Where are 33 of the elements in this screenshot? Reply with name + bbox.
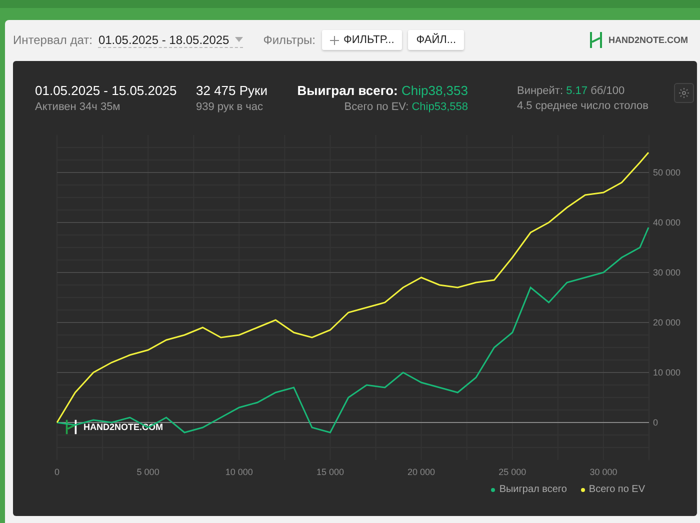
- hands-per-hour: 939 рук в час: [196, 101, 264, 113]
- watermark-logo: HAND2NOTE.COM: [83, 422, 163, 432]
- axis-label: 10 000: [225, 467, 253, 477]
- date-range-dropdown[interactable]: 01.05.2025 - 18.05.2025: [98, 32, 244, 48]
- winrate-text: Винрейт: 5.17 бб/100: [517, 85, 625, 97]
- tables-text: 4.5 среднее число столов: [517, 100, 649, 112]
- add-filter-button[interactable]: ФИЛЬТР...: [322, 30, 402, 50]
- date-range-label: Интервал дат:: [13, 33, 92, 47]
- settings-button[interactable]: [674, 83, 694, 103]
- logo-icon: [589, 32, 604, 48]
- axis-label: 40 000: [653, 218, 681, 228]
- hands-count: 32 475 Руки: [196, 83, 268, 98]
- axis-label: 10 000: [653, 368, 681, 378]
- axis-label: 20 000: [408, 467, 436, 477]
- axis-label: 50 000: [653, 168, 681, 178]
- filters-label: Фильтры:: [263, 33, 316, 47]
- axis-label: 0: [54, 467, 60, 477]
- axis-label: 30 000: [590, 467, 618, 477]
- axis-label: 5 000: [136, 467, 160, 477]
- logo-icon: [65, 419, 78, 435]
- active-time-text: Активен 34ч 35м: [35, 101, 120, 113]
- logo-text: HAND2NOTE.COM: [608, 35, 688, 45]
- axis-label: 0: [653, 418, 658, 428]
- file-button[interactable]: ФАЙЛ...: [408, 30, 464, 50]
- axis-label: 15 000: [316, 467, 344, 477]
- ev-total: Всего по EV: Chip53,558: [344, 101, 468, 113]
- total-won: Выиграл всего: Chip38,353: [297, 83, 468, 98]
- period-text: 01.05.2025 - 15.05.2025: [35, 83, 177, 98]
- plus-icon: [330, 36, 339, 44]
- caret-icon: [235, 37, 244, 42]
- axis-label: 30 000: [653, 268, 681, 278]
- axis-label: 20 000: [653, 318, 681, 328]
- axis-label: 25 000: [498, 467, 526, 477]
